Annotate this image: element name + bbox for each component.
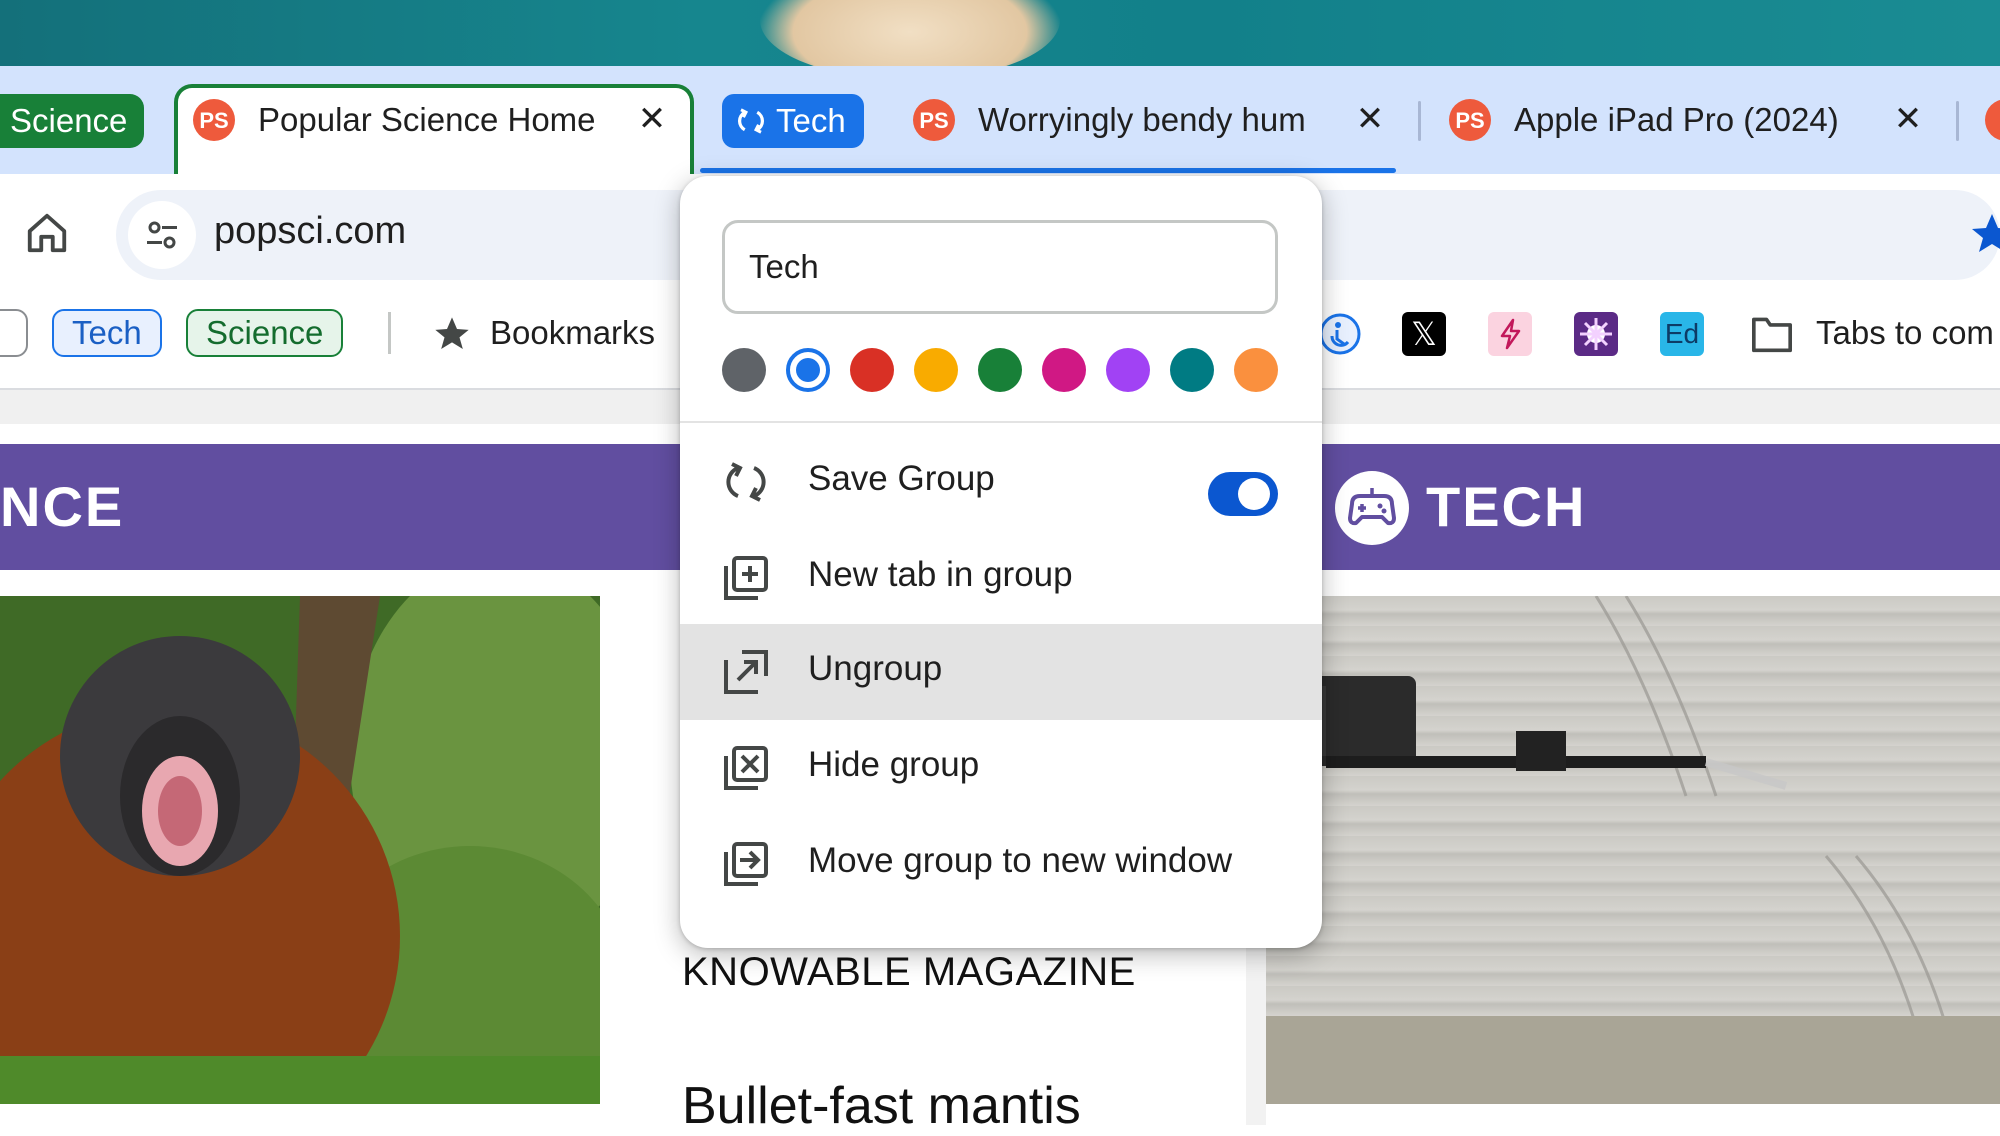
bookmarks-separator [388, 312, 391, 354]
tab-close-icon[interactable]: ✕ [1350, 99, 1390, 139]
gamepad-icon [1335, 471, 1409, 545]
tab-group-tech-label: Tech [776, 102, 846, 139]
x-favicon-icon[interactable]: 𝕏 [1402, 312, 1446, 356]
star-icon [435, 317, 469, 349]
popsci-favicon-icon [1985, 99, 2000, 141]
ungroup-menu-item[interactable]: Ungroup [680, 624, 1322, 720]
tab-separator [1418, 101, 1421, 141]
tab-close-icon[interactable]: ✕ [1888, 99, 1928, 139]
url-text[interactable]: popsci.com [214, 210, 406, 253]
new-tab-in-group-menu-item[interactable]: New tab in group [680, 530, 1322, 626]
accessibility-favicon-icon[interactable] [1318, 312, 1362, 356]
bookmarks-label[interactable]: Bookmarks [490, 314, 655, 352]
color-swatch[interactable] [722, 348, 766, 392]
sync-icon [738, 108, 764, 134]
bookmark-group-tech[interactable]: Tech [52, 309, 162, 357]
ungroup-icon [724, 650, 768, 694]
tab-group-tech[interactable]: Tech [722, 94, 864, 148]
section-title-tech[interactable]: TECH [1426, 474, 1586, 539]
svg-text:PS: PS [199, 108, 228, 133]
tab-group-science[interactable]: Science [0, 94, 144, 148]
save-group-label: Save Group [808, 459, 995, 498]
bolt-favicon-icon[interactable] [1488, 312, 1532, 356]
tab-title[interactable]: Worryingly bendy hum [978, 101, 1328, 139]
bookmark-star-icon[interactable] [1968, 210, 2000, 258]
new-tab-in-group-label: New tab in group [808, 555, 1073, 594]
tab-title: Popular Science Home [258, 101, 596, 138]
group-name-input[interactable] [722, 220, 1278, 314]
move-group-menu-item[interactable]: Move group to new window [680, 816, 1322, 912]
desktop-wallpaper [0, 0, 2000, 66]
color-swatch[interactable] [1170, 348, 1214, 392]
section-title-science[interactable]: NCE [0, 474, 124, 539]
tab-group-editor-dialog: Save Group New tab in group Ungroup Hide… [680, 176, 1322, 948]
move-to-window-icon [724, 842, 768, 886]
tab-title[interactable]: Apple iPad Pro (2024) [1514, 101, 1866, 139]
tab-separator [1956, 101, 1959, 141]
folder-icon [1752, 317, 1792, 353]
home-icon[interactable] [24, 210, 70, 256]
tab-group-tech-underline [700, 168, 1396, 173]
popsci-favicon-icon: PS [193, 99, 235, 141]
tab-close-icon[interactable]: ✕ [632, 99, 672, 139]
color-swatch[interactable] [786, 348, 830, 392]
hide-group-label: Hide group [808, 745, 980, 784]
color-swatch[interactable] [978, 348, 1022, 392]
bookmark-chip-partial[interactable] [0, 309, 28, 357]
ed-favicon-icon[interactable]: Ed [1660, 312, 1704, 356]
orangutan-photo[interactable] [0, 596, 600, 1104]
bookmark-folder-tabs[interactable]: Tabs to com [1816, 314, 1994, 352]
move-group-label: Move group to new window [808, 841, 1233, 880]
color-swatch[interactable] [1042, 348, 1086, 392]
bookmark-group-science[interactable]: Science [186, 309, 344, 357]
color-swatch[interactable] [914, 348, 958, 392]
article-headline[interactable]: Bullet-fast mantis [682, 1076, 1081, 1136]
color-swatch[interactable] [1106, 348, 1150, 392]
popsci-favicon-icon: PS [913, 99, 955, 141]
popsci-favicon-icon: PS [1449, 99, 1491, 141]
hide-group-icon [724, 746, 768, 790]
hide-group-menu-item[interactable]: Hide group [680, 720, 1322, 816]
dialog-divider [680, 421, 1322, 423]
article-source: KNOWABLE MAGAZINE [682, 950, 1136, 994]
drone-photo[interactable] [1266, 596, 2000, 1104]
tune-icon [147, 221, 177, 249]
color-swatch[interactable] [1234, 348, 1278, 392]
site-info-button[interactable] [128, 201, 196, 269]
color-swatch[interactable] [850, 348, 894, 392]
toggle-knob [1238, 478, 1270, 510]
svg-text:PS: PS [1455, 108, 1484, 133]
new-tab-in-group-icon [724, 556, 768, 600]
sync-icon [726, 462, 766, 502]
svg-text:PS: PS [919, 108, 948, 133]
sparkle-favicon-icon[interactable] [1574, 312, 1618, 356]
ungroup-label: Ungroup [808, 649, 943, 688]
selected-swatch-dot [796, 358, 820, 382]
